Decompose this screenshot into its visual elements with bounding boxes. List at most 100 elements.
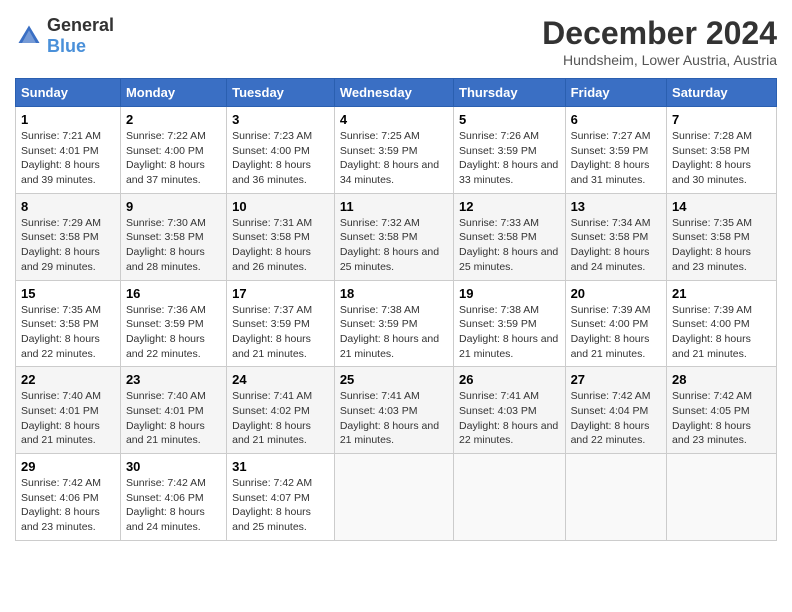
header-row: SundayMondayTuesdayWednesdayThursdayFrid… <box>16 79 777 107</box>
week-row-4: 22 Sunrise: 7:40 AM Sunset: 4:01 PM Dayl… <box>16 367 777 454</box>
day-cell-20: 20 Sunrise: 7:39 AM Sunset: 4:00 PM Dayl… <box>565 280 666 367</box>
day-cell-16: 16 Sunrise: 7:36 AM Sunset: 3:59 PM Dayl… <box>120 280 226 367</box>
logo-icon <box>15 22 43 50</box>
week-row-2: 8 Sunrise: 7:29 AM Sunset: 3:58 PM Dayli… <box>16 193 777 280</box>
day-number: 2 <box>126 112 221 127</box>
day-number: 9 <box>126 199 221 214</box>
week-row-1: 1 Sunrise: 7:21 AM Sunset: 4:01 PM Dayli… <box>16 107 777 194</box>
location-subtitle: Hundsheim, Lower Austria, Austria <box>542 52 777 68</box>
col-header-thursday: Thursday <box>454 79 566 107</box>
day-info: Sunrise: 7:31 AM Sunset: 3:58 PM Dayligh… <box>232 216 329 275</box>
day-cell-6: 6 Sunrise: 7:27 AM Sunset: 3:59 PM Dayli… <box>565 107 666 194</box>
day-cell-22: 22 Sunrise: 7:40 AM Sunset: 4:01 PM Dayl… <box>16 367 121 454</box>
day-info: Sunrise: 7:39 AM Sunset: 4:00 PM Dayligh… <box>672 303 771 362</box>
empty-cell <box>334 454 453 541</box>
day-info: Sunrise: 7:42 AM Sunset: 4:04 PM Dayligh… <box>571 389 661 448</box>
day-cell-10: 10 Sunrise: 7:31 AM Sunset: 3:58 PM Dayl… <box>227 193 335 280</box>
day-number: 27 <box>571 372 661 387</box>
day-cell-24: 24 Sunrise: 7:41 AM Sunset: 4:02 PM Dayl… <box>227 367 335 454</box>
day-cell-18: 18 Sunrise: 7:38 AM Sunset: 3:59 PM Dayl… <box>334 280 453 367</box>
day-number: 20 <box>571 286 661 301</box>
col-header-tuesday: Tuesday <box>227 79 335 107</box>
day-number: 19 <box>459 286 560 301</box>
day-info: Sunrise: 7:42 AM Sunset: 4:05 PM Dayligh… <box>672 389 771 448</box>
day-info: Sunrise: 7:42 AM Sunset: 4:06 PM Dayligh… <box>126 476 221 535</box>
col-header-monday: Monday <box>120 79 226 107</box>
day-info: Sunrise: 7:42 AM Sunset: 4:06 PM Dayligh… <box>21 476 115 535</box>
day-cell-30: 30 Sunrise: 7:42 AM Sunset: 4:06 PM Dayl… <box>120 454 226 541</box>
day-number: 15 <box>21 286 115 301</box>
day-number: 22 <box>21 372 115 387</box>
day-cell-2: 2 Sunrise: 7:22 AM Sunset: 4:00 PM Dayli… <box>120 107 226 194</box>
week-row-5: 29 Sunrise: 7:42 AM Sunset: 4:06 PM Dayl… <box>16 454 777 541</box>
day-cell-12: 12 Sunrise: 7:33 AM Sunset: 3:58 PM Dayl… <box>454 193 566 280</box>
day-info: Sunrise: 7:35 AM Sunset: 3:58 PM Dayligh… <box>21 303 115 362</box>
day-cell-25: 25 Sunrise: 7:41 AM Sunset: 4:03 PM Dayl… <box>334 367 453 454</box>
day-cell-31: 31 Sunrise: 7:42 AM Sunset: 4:07 PM Dayl… <box>227 454 335 541</box>
day-number: 23 <box>126 372 221 387</box>
day-info: Sunrise: 7:39 AM Sunset: 4:00 PM Dayligh… <box>571 303 661 362</box>
day-number: 12 <box>459 199 560 214</box>
day-cell-3: 3 Sunrise: 7:23 AM Sunset: 4:00 PM Dayli… <box>227 107 335 194</box>
day-info: Sunrise: 7:40 AM Sunset: 4:01 PM Dayligh… <box>126 389 221 448</box>
day-number: 21 <box>672 286 771 301</box>
day-number: 7 <box>672 112 771 127</box>
day-number: 8 <box>21 199 115 214</box>
day-info: Sunrise: 7:41 AM Sunset: 4:02 PM Dayligh… <box>232 389 329 448</box>
day-info: Sunrise: 7:34 AM Sunset: 3:58 PM Dayligh… <box>571 216 661 275</box>
day-cell-14: 14 Sunrise: 7:35 AM Sunset: 3:58 PM Dayl… <box>667 193 777 280</box>
day-number: 3 <box>232 112 329 127</box>
day-cell-15: 15 Sunrise: 7:35 AM Sunset: 3:58 PM Dayl… <box>16 280 121 367</box>
day-cell-21: 21 Sunrise: 7:39 AM Sunset: 4:00 PM Dayl… <box>667 280 777 367</box>
day-number: 28 <box>672 372 771 387</box>
day-info: Sunrise: 7:28 AM Sunset: 3:58 PM Dayligh… <box>672 129 771 188</box>
page-header: General Blue December 2024 Hundsheim, Lo… <box>15 15 777 68</box>
calendar-table: SundayMondayTuesdayWednesdayThursdayFrid… <box>15 78 777 541</box>
day-number: 5 <box>459 112 560 127</box>
day-info: Sunrise: 7:37 AM Sunset: 3:59 PM Dayligh… <box>232 303 329 362</box>
day-cell-17: 17 Sunrise: 7:37 AM Sunset: 3:59 PM Dayl… <box>227 280 335 367</box>
day-info: Sunrise: 7:36 AM Sunset: 3:59 PM Dayligh… <box>126 303 221 362</box>
day-info: Sunrise: 7:40 AM Sunset: 4:01 PM Dayligh… <box>21 389 115 448</box>
day-info: Sunrise: 7:38 AM Sunset: 3:59 PM Dayligh… <box>459 303 560 362</box>
col-header-saturday: Saturday <box>667 79 777 107</box>
day-info: Sunrise: 7:30 AM Sunset: 3:58 PM Dayligh… <box>126 216 221 275</box>
day-cell-8: 8 Sunrise: 7:29 AM Sunset: 3:58 PM Dayli… <box>16 193 121 280</box>
day-info: Sunrise: 7:22 AM Sunset: 4:00 PM Dayligh… <box>126 129 221 188</box>
day-info: Sunrise: 7:41 AM Sunset: 4:03 PM Dayligh… <box>340 389 448 448</box>
col-header-sunday: Sunday <box>16 79 121 107</box>
day-info: Sunrise: 7:38 AM Sunset: 3:59 PM Dayligh… <box>340 303 448 362</box>
day-info: Sunrise: 7:32 AM Sunset: 3:58 PM Dayligh… <box>340 216 448 275</box>
logo-general: General <box>47 15 114 35</box>
day-info: Sunrise: 7:33 AM Sunset: 3:58 PM Dayligh… <box>459 216 560 275</box>
day-number: 18 <box>340 286 448 301</box>
day-cell-26: 26 Sunrise: 7:41 AM Sunset: 4:03 PM Dayl… <box>454 367 566 454</box>
day-number: 6 <box>571 112 661 127</box>
day-number: 17 <box>232 286 329 301</box>
day-number: 1 <box>21 112 115 127</box>
day-cell-5: 5 Sunrise: 7:26 AM Sunset: 3:59 PM Dayli… <box>454 107 566 194</box>
day-cell-11: 11 Sunrise: 7:32 AM Sunset: 3:58 PM Dayl… <box>334 193 453 280</box>
logo-blue: Blue <box>47 36 86 56</box>
day-number: 4 <box>340 112 448 127</box>
empty-cell <box>454 454 566 541</box>
week-row-3: 15 Sunrise: 7:35 AM Sunset: 3:58 PM Dayl… <box>16 280 777 367</box>
day-cell-29: 29 Sunrise: 7:42 AM Sunset: 4:06 PM Dayl… <box>16 454 121 541</box>
day-number: 10 <box>232 199 329 214</box>
day-info: Sunrise: 7:41 AM Sunset: 4:03 PM Dayligh… <box>459 389 560 448</box>
day-number: 26 <box>459 372 560 387</box>
day-cell-9: 9 Sunrise: 7:30 AM Sunset: 3:58 PM Dayli… <box>120 193 226 280</box>
empty-cell <box>565 454 666 541</box>
day-cell-7: 7 Sunrise: 7:28 AM Sunset: 3:58 PM Dayli… <box>667 107 777 194</box>
day-info: Sunrise: 7:42 AM Sunset: 4:07 PM Dayligh… <box>232 476 329 535</box>
day-info: Sunrise: 7:25 AM Sunset: 3:59 PM Dayligh… <box>340 129 448 188</box>
day-number: 14 <box>672 199 771 214</box>
col-header-wednesday: Wednesday <box>334 79 453 107</box>
day-cell-28: 28 Sunrise: 7:42 AM Sunset: 4:05 PM Dayl… <box>667 367 777 454</box>
day-cell-23: 23 Sunrise: 7:40 AM Sunset: 4:01 PM Dayl… <box>120 367 226 454</box>
day-number: 11 <box>340 199 448 214</box>
day-number: 24 <box>232 372 329 387</box>
day-number: 25 <box>340 372 448 387</box>
day-cell-4: 4 Sunrise: 7:25 AM Sunset: 3:59 PM Dayli… <box>334 107 453 194</box>
title-area: December 2024 Hundsheim, Lower Austria, … <box>542 15 777 68</box>
